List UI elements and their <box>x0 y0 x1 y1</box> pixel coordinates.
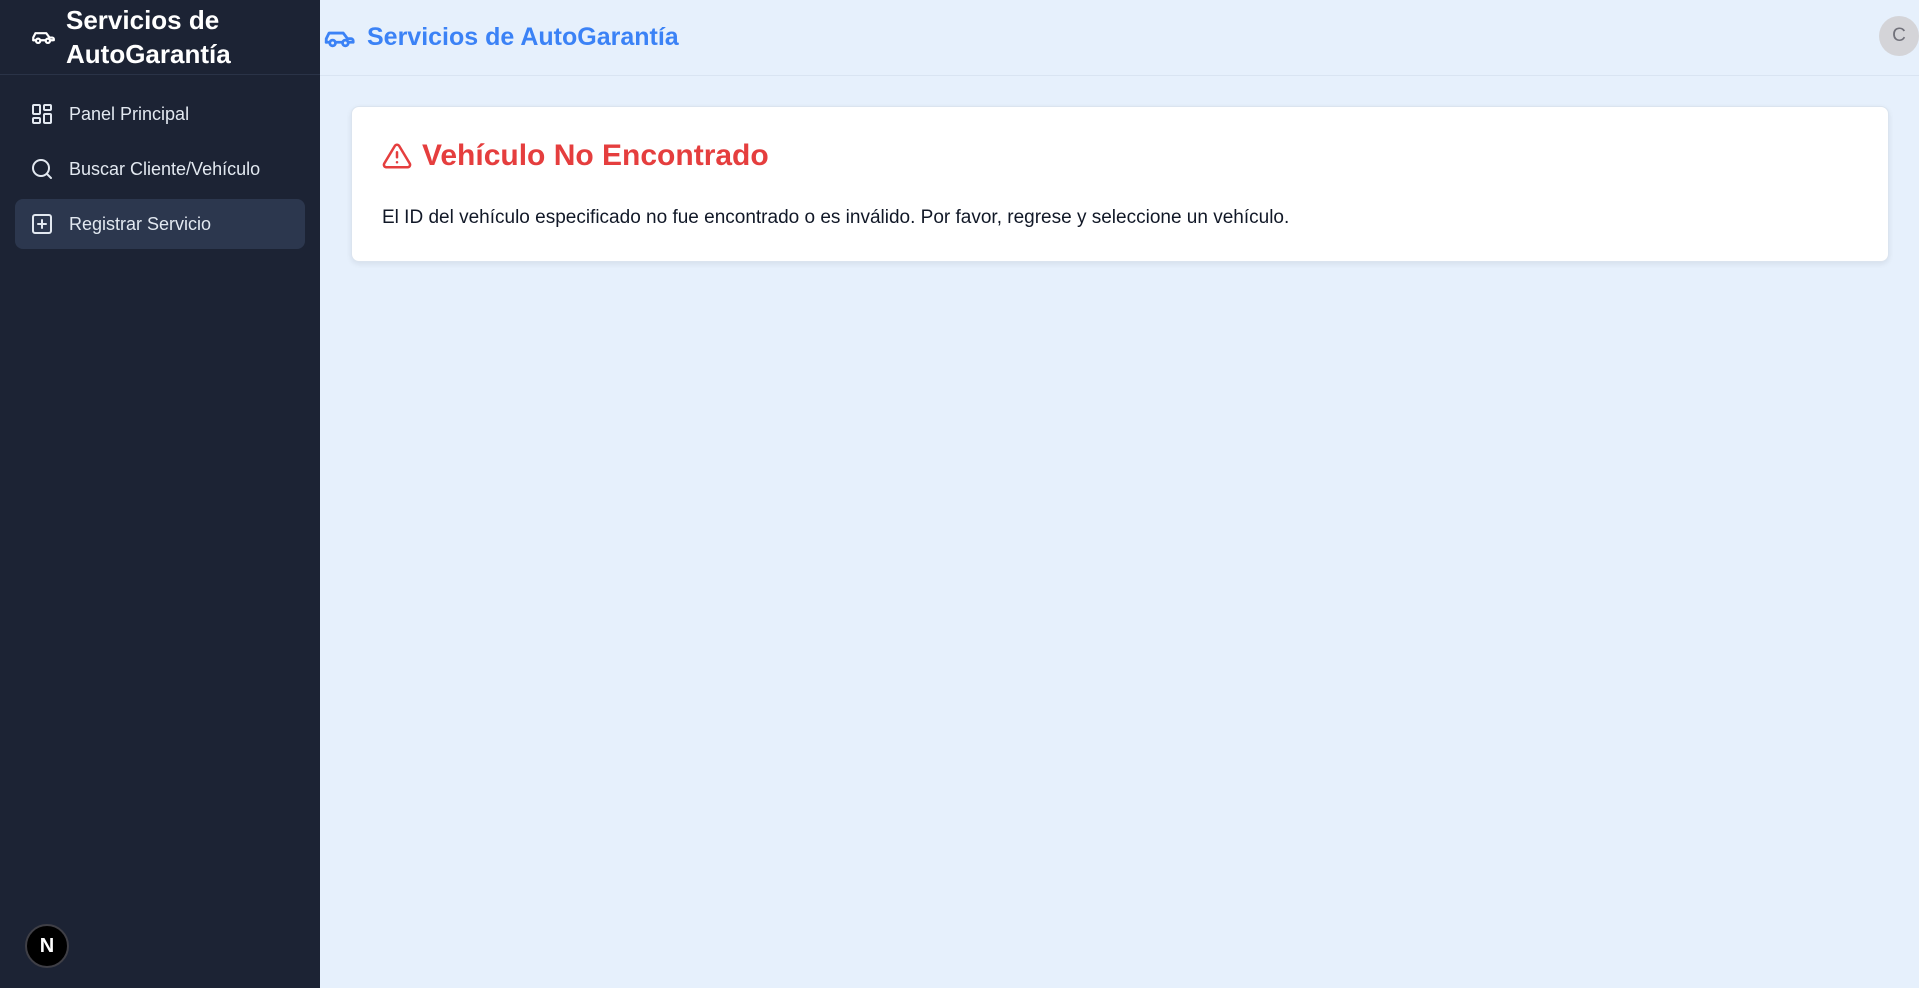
sidebar-nav: Panel Principal Buscar Cliente/Vehículo … <box>0 75 320 268</box>
error-message: El ID del vehículo especificado no fue e… <box>382 207 1290 228</box>
sidebar-item-panel-principal[interactable]: Panel Principal <box>15 89 305 139</box>
dashboard-icon <box>32 104 52 124</box>
top-header: Servicios de AutoGarantía C <box>320 0 1919 76</box>
search-icon <box>32 159 52 179</box>
error-card-header: Vehículo No Encontrado <box>382 139 1858 173</box>
user-avatar[interactable]: C <box>1879 16 1919 56</box>
content: Vehículo No Encontrado El ID del vehícul… <box>320 76 1919 262</box>
brand-title: Servicios de AutoGarantía <box>66 5 231 69</box>
sidebar-item-label: Panel Principal <box>69 103 190 124</box>
plus-square-icon <box>32 214 52 234</box>
app-root: Servicios de AutoGarantía Panel Principa… <box>0 0 1919 988</box>
main-area: Servicios de AutoGarantía C Vehículo No … <box>320 0 1919 988</box>
error-title: Vehículo No Encontrado <box>422 139 769 172</box>
sidebar-item-registrar-servicio[interactable]: Registrar Servicio <box>15 199 305 249</box>
sidebar: Servicios de AutoGarantía Panel Principa… <box>0 0 320 988</box>
sidebar-item-label: Registrar Servicio <box>69 213 212 234</box>
warning-triangle-icon <box>382 143 412 169</box>
sidebar-item-label: Buscar Cliente/Vehículo <box>69 158 261 179</box>
error-card: Vehículo No Encontrado El ID del vehícul… <box>351 106 1889 262</box>
sidebar-brand[interactable]: Servicios de AutoGarantía <box>0 0 320 75</box>
dev-tools-badge[interactable]: N <box>25 924 69 968</box>
sidebar-item-buscar[interactable]: Buscar Cliente/Vehículo <box>15 144 305 194</box>
header-title[interactable]: Servicios de AutoGarantía <box>367 23 679 52</box>
car-icon <box>324 31 355 47</box>
car-icon <box>32 32 55 45</box>
